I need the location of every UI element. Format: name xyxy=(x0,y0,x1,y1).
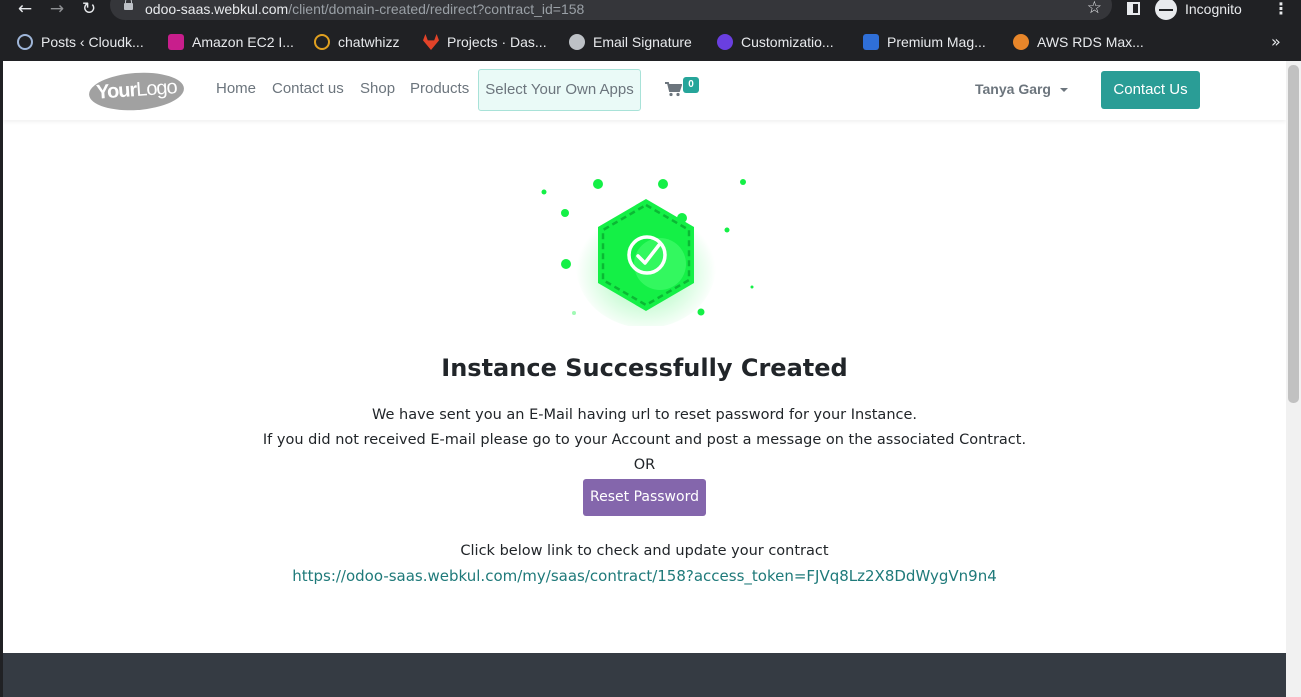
bookmark-item[interactable]: Projects · Das... xyxy=(423,32,547,52)
nav-shop[interactable]: Shop xyxy=(360,80,395,97)
address-bar[interactable]: odoo-saas.webkul.com/client/domain-creat… xyxy=(110,0,1112,20)
select-apps-button[interactable]: Select Your Own Apps xyxy=(478,69,641,111)
bookmark-item[interactable]: Email Signature xyxy=(569,32,692,52)
wordpress-icon xyxy=(17,34,33,50)
bookmark-label: Customizatio... xyxy=(741,34,834,50)
forward-arrow-icon[interactable]: → xyxy=(47,0,67,20)
contract-link[interactable]: https://odoo-saas.webkul.com/my/saas/con… xyxy=(3,567,1286,585)
back-arrow-icon[interactable]: ← xyxy=(15,0,35,20)
site-footer xyxy=(3,653,1286,697)
or-text: OR xyxy=(633,457,656,473)
check-contract-text: Click below link to check and update you… xyxy=(460,543,829,559)
logo-text-bold: Your xyxy=(95,79,137,104)
reset-password-button[interactable]: Reset Password xyxy=(583,479,706,516)
contact-us-button[interactable]: Contact Us xyxy=(1101,71,1200,109)
logo-text-rest: Logo xyxy=(135,76,178,101)
more-bookmarks-icon[interactable]: » xyxy=(1271,32,1281,51)
url-text[interactable]: odoo-saas.webkul.com/client/domain-creat… xyxy=(145,0,584,18)
side-panel-icon[interactable] xyxy=(1127,2,1140,15)
magento-icon xyxy=(863,34,879,50)
reload-icon[interactable]: ↻ xyxy=(79,0,99,20)
logo-text: YourLogo xyxy=(88,76,184,106)
bookmark-item[interactable]: Premium Mag... xyxy=(863,32,986,52)
globe-icon xyxy=(569,34,585,50)
site-header: YourLogo Home Contact us Shop Products S… xyxy=(3,61,1286,120)
bookmark-item[interactable]: chatwhizz xyxy=(314,32,399,52)
nav-home[interactable]: Home xyxy=(216,80,256,97)
page-viewport: YourLogo Home Contact us Shop Products S… xyxy=(3,61,1286,697)
customization-icon xyxy=(717,34,733,50)
url-path: /client/domain-created/redirect?contract… xyxy=(288,1,585,17)
bookmark-item[interactable]: Posts ‹ Cloudk... xyxy=(17,32,144,52)
bookmark-label: AWS RDS Max... xyxy=(1037,34,1144,50)
bookmarks-bar: Posts ‹ Cloudk... Amazon EC2 I... chatwh… xyxy=(0,22,1301,61)
gitlab-icon xyxy=(423,34,439,50)
chatwhizz-icon xyxy=(314,34,330,50)
aws-icon xyxy=(1013,34,1029,50)
success-illustration xyxy=(541,179,754,326)
scrollbar-thumb[interactable] xyxy=(1288,65,1299,403)
no-email-text: If you did not received E-mail please go… xyxy=(262,432,1027,448)
bookmark-label: Posts ‹ Cloudk... xyxy=(41,34,144,50)
browser-menu-icon[interactable]: ⋮ xyxy=(1273,0,1289,18)
bookmark-label: chatwhizz xyxy=(338,34,400,50)
bookmark-label: Premium Mag... xyxy=(887,34,986,50)
bookmark-item[interactable]: Amazon EC2 I... xyxy=(168,32,294,52)
bookmark-label: Email Signature xyxy=(593,34,692,50)
page-title: Instance Successfully Created xyxy=(441,354,848,382)
bookmark-item[interactable]: AWS RDS Max... xyxy=(1013,32,1144,52)
nav-contact-us[interactable]: Contact us xyxy=(272,80,344,97)
incognito-label[interactable]: Incognito xyxy=(1185,1,1242,17)
cart-icon[interactable] xyxy=(664,80,682,98)
url-host: odoo-saas.webkul.com xyxy=(145,1,289,17)
cart-count-badge: 0 xyxy=(683,77,699,93)
lock-icon xyxy=(124,0,133,13)
bookmark-item[interactable]: Customizatio... xyxy=(717,32,834,52)
caret-down-icon[interactable] xyxy=(1060,88,1068,92)
email-sent-text: We have sent you an E-Mail having url to… xyxy=(371,407,918,423)
user-menu[interactable]: Tanya Garg xyxy=(975,81,1051,97)
bookmark-star-icon[interactable]: ☆ xyxy=(1087,0,1102,17)
browser-toolbar: ← → ↻ odoo-saas.webkul.com/client/domain… xyxy=(0,0,1301,22)
amazon-ec2-icon xyxy=(168,34,184,50)
page-scrollbar[interactable] xyxy=(1286,61,1301,697)
site-logo[interactable]: YourLogo xyxy=(87,69,186,114)
incognito-icon[interactable] xyxy=(1155,0,1177,20)
bookmark-label: Amazon EC2 I... xyxy=(192,34,294,50)
nav-products[interactable]: Products xyxy=(410,80,469,97)
bookmark-label: Projects · Das... xyxy=(447,34,547,50)
